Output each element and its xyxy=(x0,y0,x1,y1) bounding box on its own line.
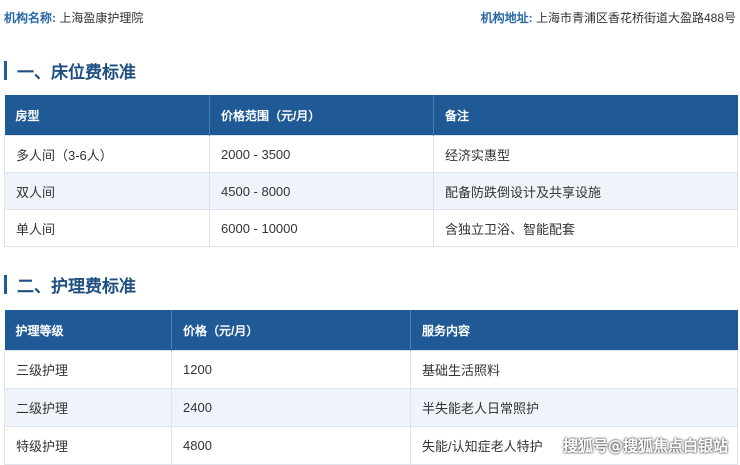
table-header-row: 护理等级 价格（元/月） 服务内容 xyxy=(4,310,738,351)
table-row: 单人间 6000 - 10000 含独立卫浴、智能配套 xyxy=(4,209,738,247)
org-name: 机构名称: 上海盈康护理院 xyxy=(4,9,143,26)
column-header-care-level: 护理等级 xyxy=(4,310,172,351)
table-cell: 含独立卫浴、智能配套 xyxy=(433,209,738,247)
table-row: 二级护理 2400 半失能老人日常照护 xyxy=(4,388,738,427)
table-cell: 4500 - 8000 xyxy=(209,172,434,210)
column-header-remarks: 备注 xyxy=(445,108,470,123)
table-row: 多人间（3-6人） 2000 - 3500 经济实惠型 xyxy=(4,135,738,173)
table-cell: 单人间 xyxy=(4,209,210,247)
table-row: 三级护理 1200 基础生活照料 xyxy=(4,350,738,389)
table-cell: 半失能老人日常照护 xyxy=(410,388,738,427)
org-info-row: 机构名称: 上海盈康护理院 机构地址: 上海市青浦区香花桥街道大盈路488号 xyxy=(0,0,740,34)
table-cell: 特级护理 xyxy=(4,426,172,465)
table-cell: 1200 xyxy=(171,350,411,389)
table-header-row: 房型 价格范围（元/月） 备注 xyxy=(4,95,738,136)
org-address-value: 上海市青浦区香花桥街道大盈路488号 xyxy=(535,11,736,25)
table-cell: 多人间（3-6人） xyxy=(4,135,210,173)
table-cell: 2000 - 3500 xyxy=(209,135,434,173)
section-title-text: 二、护理费标准 xyxy=(17,276,136,296)
table-cell: 二级护理 xyxy=(4,388,172,427)
table-cell: 配备防跌倒设计及共享设施 xyxy=(433,172,738,210)
section-title-text: 一、床位费标准 xyxy=(17,62,136,82)
table-cell: 6000 - 10000 xyxy=(209,209,434,247)
table-cell: 2400 xyxy=(171,388,411,427)
table-cell: 基础生活照料 xyxy=(410,350,738,389)
section-accent-bar xyxy=(4,274,7,294)
org-name-value: 上海盈康护理院 xyxy=(59,11,144,25)
table-cell: 4800 xyxy=(171,426,411,465)
table-row: 双人间 4500 - 8000 配备防跌倒设计及共享设施 xyxy=(4,172,738,210)
column-header-service: 服务内容 xyxy=(422,323,471,338)
table-cell: 双人间 xyxy=(4,172,210,210)
section-title-room-fee: 一、床位费标准 xyxy=(4,59,136,82)
watermark: 搜狐号@搜狐焦点白银站 xyxy=(562,437,728,455)
org-name-label: 机构名称: xyxy=(4,11,56,25)
column-header-price-range: 价格范围（元/月） xyxy=(209,95,434,136)
column-header-price: 价格（元/月） xyxy=(171,310,411,351)
section-title-care-fee: 二、护理费标准 xyxy=(4,273,136,296)
org-address: 机构地址: 上海市青浦区香花桥街道大盈路488号 xyxy=(481,9,736,26)
column-header-room-type: 房型 xyxy=(4,95,210,136)
org-address-label: 机构地址: xyxy=(480,11,533,25)
table-cell: 经济实惠型 xyxy=(433,135,738,173)
table-cell: 三级护理 xyxy=(4,350,172,389)
room-fee-table: 房型 价格范围（元/月） 备注 多人间（3-6人） 2000 - 3500 经济… xyxy=(4,95,738,247)
section-accent-bar xyxy=(4,60,7,80)
